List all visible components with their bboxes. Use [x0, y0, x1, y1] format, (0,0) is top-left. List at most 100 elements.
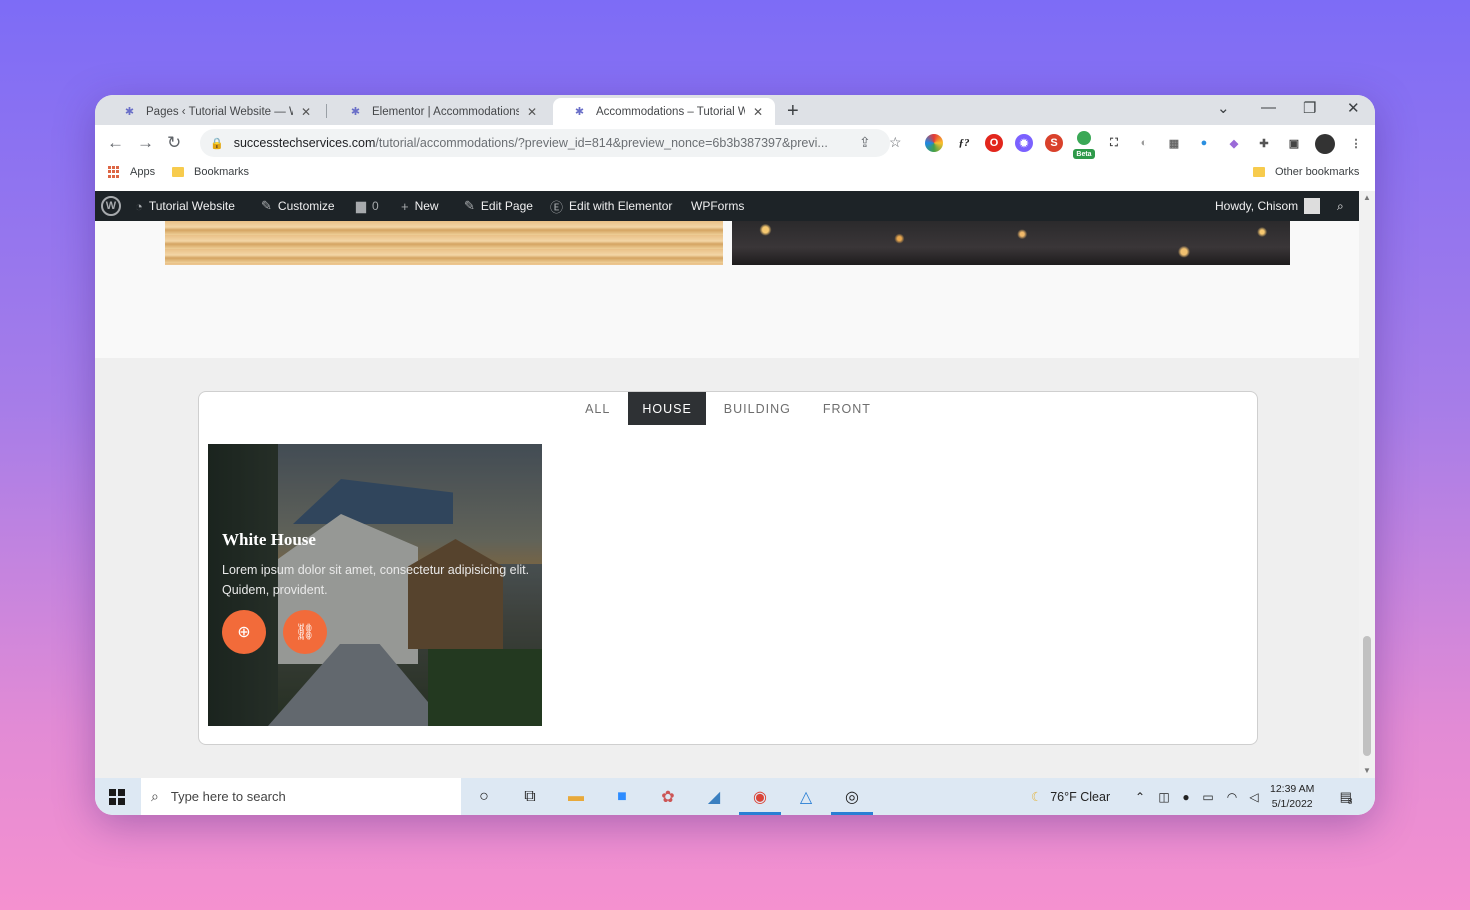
comments-link[interactable]: ▆ 0	[356, 191, 379, 221]
gallery-card[interactable]: White House Lorem ipsum dolor sit amet, …	[208, 444, 542, 726]
tab-pages[interactable]: ✱ Pages ‹ Tutorial Website — Word ✕	[103, 98, 323, 125]
tab-title: Accommodations – Tutorial Web	[596, 105, 745, 118]
cortana-icon[interactable]: ○	[473, 786, 495, 808]
other-bookmarks-label: Other bookmarks	[1275, 166, 1360, 178]
notifications-button[interactable]: ▤ 8	[1335, 786, 1357, 808]
apps-grid-icon	[108, 166, 120, 178]
account-menu[interactable]: Howdy, Chisom	[1215, 191, 1321, 221]
address-bar[interactable]: 🔒 successtechservices.com /tutorial/acco…	[200, 129, 890, 157]
chevron-up-icon[interactable]: ⌃	[1129, 786, 1151, 808]
folder-icon	[1253, 167, 1265, 177]
filter-building[interactable]: BUILDING	[710, 392, 805, 425]
side-panel-icon[interactable]: ▣	[1285, 134, 1303, 152]
battery-icon[interactable]: ▭	[1197, 786, 1219, 808]
taskbar-clock[interactable]: 12:39 AM 5/1/2022	[1270, 782, 1314, 812]
bookmarks-label: Bookmarks	[194, 166, 250, 178]
back-icon[interactable]: ←	[107, 133, 124, 153]
brush-icon: ✎	[261, 198, 272, 213]
new-content-link[interactable]: + New	[401, 191, 439, 221]
wpforms-link[interactable]: WPForms	[691, 191, 744, 221]
card-description: Lorem ipsum dolor sit amet, consectetur …	[222, 563, 530, 597]
drop-extension-icon[interactable]: ●	[1195, 134, 1213, 152]
apps-shortcut[interactable]: Apps	[108, 166, 155, 178]
opera-extension-icon[interactable]: O	[985, 134, 1003, 152]
wifi-icon[interactable]: ◠	[1221, 786, 1243, 808]
elementor-favicon-icon: ✱	[574, 106, 585, 118]
edit-page-link[interactable]: ✎ Edit Page	[464, 191, 533, 221]
tab-divider	[326, 104, 327, 118]
wordpress-logo-button[interactable]: W	[101, 191, 121, 221]
chrome-icon[interactable]: ◉	[749, 786, 771, 808]
sync-app-icon[interactable]: △	[795, 786, 817, 808]
folder-icon	[172, 167, 184, 177]
windows-start-icon[interactable]	[109, 789, 125, 805]
filter-all[interactable]: ALL	[571, 392, 624, 425]
gear-extension-icon[interactable]: ✹	[1015, 134, 1033, 152]
url-host: successtechservices.com	[233, 136, 376, 150]
close-window-button[interactable]: ✕	[1347, 99, 1360, 117]
share-icon[interactable]: ⇪	[859, 134, 871, 151]
minimize-button[interactable]: —	[1261, 99, 1276, 116]
weather-widget[interactable]: ☾ 76°F Clear	[1031, 778, 1110, 815]
tab-close-icon[interactable]: ✕	[751, 105, 765, 119]
microphone-icon[interactable]: ●	[1175, 786, 1197, 808]
other-bookmarks-folder[interactable]: Other bookmarks	[1253, 166, 1359, 178]
tab-close-icon[interactable]: ✕	[299, 105, 313, 119]
file-explorer-icon[interactable]: ▬	[565, 786, 587, 808]
card-title: White House	[222, 530, 316, 549]
edit-with-elementor-label: Edit with Elementor	[569, 199, 673, 213]
customize-link[interactable]: ✎ Customize	[261, 191, 335, 221]
restore-button[interactable]: ❐	[1303, 99, 1316, 117]
formula-extension-icon[interactable]: ƒ?	[955, 134, 973, 152]
robot-extension-icon[interactable]	[1077, 131, 1091, 145]
meet-now-icon[interactable]: ◫	[1153, 786, 1175, 808]
reload-icon[interactable]: ↻	[167, 133, 181, 153]
tab-accommodations[interactable]: ✱ Accommodations – Tutorial Web ✕	[553, 98, 775, 125]
puzzle-extensions-icon[interactable]: ✚	[1255, 134, 1273, 152]
task-view-icon[interactable]: ⧉	[519, 786, 541, 808]
filter-house[interactable]: HOUSE	[628, 392, 706, 425]
scroll-down-icon[interactable]: ▼	[1363, 766, 1371, 775]
obs-app-icon[interactable]: ◎	[841, 786, 863, 808]
tab-close-icon[interactable]: ✕	[525, 105, 539, 119]
search-icon: ⌕	[151, 788, 159, 804]
link-icon: ⛓	[294, 624, 316, 641]
site-name-link[interactable]: ◔ Tutorial Website	[135, 191, 235, 221]
tab-search-icon[interactable]: ⌄	[1217, 99, 1230, 117]
profile-avatar[interactable]	[1315, 134, 1335, 154]
plus-icon: +	[401, 198, 409, 214]
volume-icon[interactable]: ◁	[1243, 786, 1265, 808]
bookmark-star-icon[interactable]: ☆	[889, 134, 902, 151]
new-tab-button[interactable]: +	[787, 100, 799, 123]
forward-icon[interactable]: →	[137, 133, 154, 153]
menu-kebab-icon[interactable]: ⋮	[1347, 134, 1365, 152]
notes-app-icon[interactable]: ◢	[703, 786, 725, 808]
user-avatar	[1304, 198, 1321, 214]
color-picker-extension-icon[interactable]	[925, 134, 943, 152]
link-button[interactable]: ⛓	[283, 610, 327, 654]
zoom-app-icon[interactable]: ■	[611, 786, 633, 808]
comment-icon: ▆	[356, 198, 366, 213]
search-icon: ⌕	[1337, 198, 1344, 213]
edit-page-label: Edit Page	[480, 199, 533, 213]
edit-with-elementor-link[interactable]: Ⓔ Edit with Elementor	[550, 191, 672, 221]
screenshot-extension-icon[interactable]: ⛶	[1105, 134, 1123, 152]
tab-elementor[interactable]: ✱ Elementor | Accommodations ✕	[329, 98, 549, 125]
new-label: New	[414, 199, 439, 213]
windows-taskbar: ⌕ Type here to search ○ ⧉ ▬ ■ ✿ ◢ ◉ △ ◎ …	[95, 778, 1375, 815]
paint-app-icon[interactable]: ✿	[657, 786, 679, 808]
qr-extension-icon[interactable]: ▦	[1165, 134, 1183, 152]
filter-front[interactable]: FRONT	[809, 392, 885, 425]
scroll-thumb[interactable]	[1363, 636, 1371, 756]
taskbar-search-box[interactable]: ⌕ Type here to search	[141, 778, 461, 815]
zoom-button[interactable]: ⊕	[222, 610, 266, 654]
admin-search-button[interactable]: ⌕	[1337, 191, 1344, 221]
browser-toolbar: ← → ↻ 🔒 successtechservices.com /tutoria…	[95, 125, 1375, 161]
scroll-up-icon[interactable]: ▲	[1363, 193, 1371, 202]
page-scrollbar[interactable]: ▲ ▼	[1359, 191, 1375, 778]
dark-mode-extension-icon[interactable]: ◐	[1135, 134, 1153, 152]
s-extension-icon[interactable]: S	[1045, 134, 1063, 152]
pen-extension-icon[interactable]: ◆	[1225, 134, 1243, 152]
chrome-active-indicator	[739, 812, 781, 815]
bookmarks-folder[interactable]: Bookmarks	[172, 166, 249, 178]
